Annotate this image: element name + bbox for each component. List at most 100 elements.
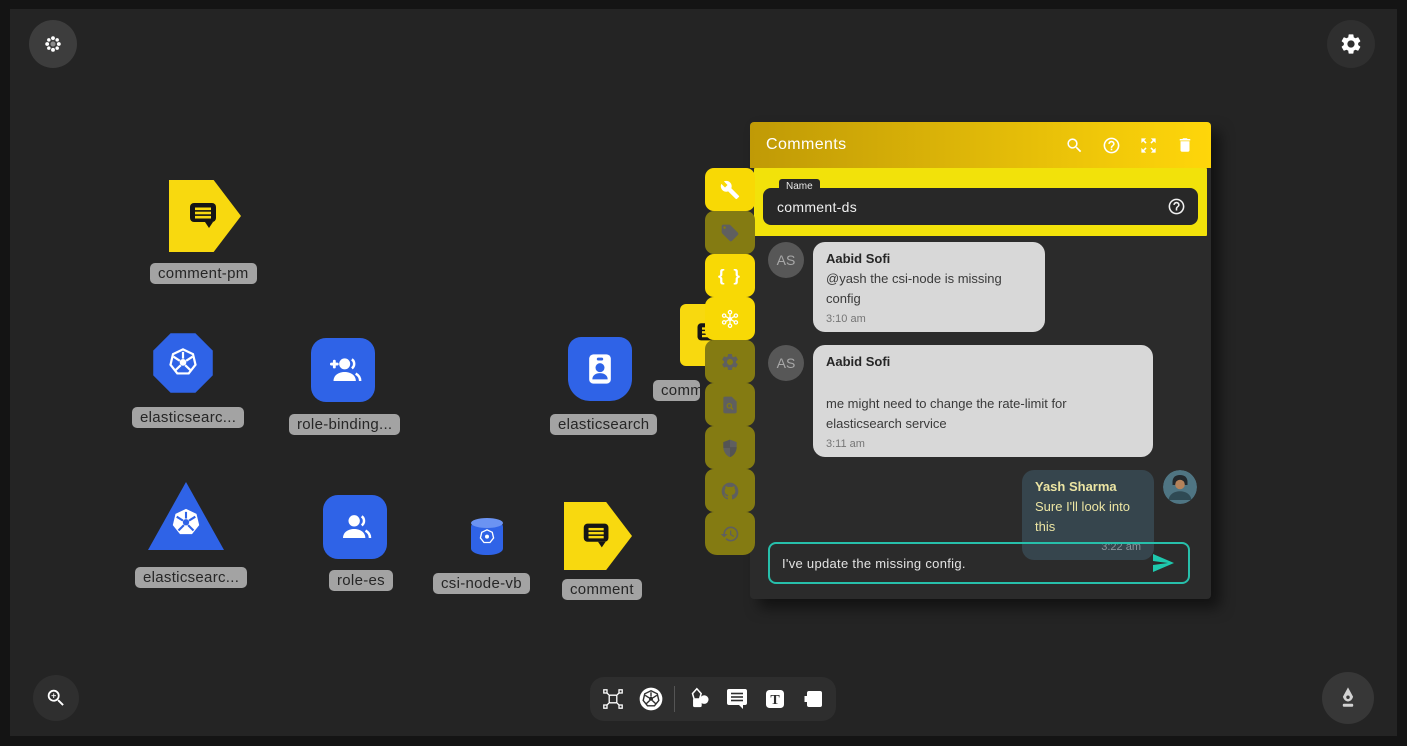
message-text: @yash the csi-node is missing config [826, 269, 1032, 308]
gear-icon [1339, 32, 1363, 56]
toolbar-divider [674, 686, 675, 712]
github-button[interactable] [705, 469, 755, 512]
canvas-tools-toolbar: T [590, 677, 836, 721]
configure-button[interactable] [705, 168, 755, 211]
gear-icon [720, 352, 740, 372]
comment-composer[interactable] [768, 542, 1190, 584]
node-label: elasticsearc... [135, 567, 247, 588]
zoom-in-icon [45, 687, 67, 709]
role-binding-icon [323, 350, 363, 390]
app-window: comment-pm elasticsearc... [0, 0, 1407, 746]
validate-button[interactable] [705, 383, 755, 426]
message-list: AS Aabid Sofi @yash the csi-node is miss… [750, 236, 1211, 560]
node-label: elasticsearc... [132, 407, 244, 428]
avatar: AS [768, 345, 804, 381]
message-bubble: Aabid Sofi me might need to change the r… [813, 345, 1153, 457]
node-role-binding[interactable] [311, 338, 375, 402]
node-label: comment-pm [150, 263, 257, 284]
send-button[interactable] [1150, 550, 1176, 576]
node-comment-pm[interactable] [169, 180, 241, 252]
panel-title: Comments [766, 136, 1047, 154]
message-text: me might need to change the rate-limit f… [826, 394, 1140, 433]
name-input[interactable] [777, 188, 1082, 225]
node-elasticsearch[interactable] [568, 337, 632, 401]
settings-button[interactable] [1327, 20, 1375, 68]
node-csi-node-vb[interactable] [471, 519, 503, 555]
kubernetes-tool-button[interactable] [636, 684, 666, 714]
name-field[interactable]: Name [763, 188, 1198, 225]
tag-button[interactable] [705, 211, 755, 254]
comment-tool-icon [725, 687, 749, 711]
comment-bubble-icon [579, 517, 617, 555]
role-icon [335, 507, 375, 547]
message-author: Aabid Sofi [826, 251, 1032, 266]
note-tool-icon [801, 687, 825, 711]
json-button[interactable]: { } [705, 254, 755, 297]
pen-tool-button[interactable] [1322, 672, 1374, 724]
text-tool-glyph: T [770, 693, 780, 708]
node-label: role-binding... [289, 414, 400, 435]
pen-nib-icon [1335, 685, 1361, 711]
history-button[interactable] [705, 512, 755, 555]
shapes-tool-button[interactable] [684, 684, 714, 714]
graph-tool-button[interactable] [598, 684, 628, 714]
kubernetes-circle-icon [638, 686, 664, 712]
service-account-badge-icon [580, 349, 620, 389]
tag-icon [720, 223, 740, 243]
node-label: elasticsearch [550, 414, 657, 435]
node-role-es[interactable] [323, 495, 387, 559]
avatar: AS [768, 242, 804, 278]
comment-tool-button[interactable] [722, 684, 752, 714]
message: AS Aabid Sofi me might need to change th… [768, 345, 1197, 457]
message-text: Sure I'll look into this [1035, 497, 1141, 536]
kubernetes-wheel-icon [477, 527, 497, 547]
history-icon [720, 524, 740, 544]
flower-menu-button[interactable] [29, 20, 77, 68]
avatar-photo [1163, 470, 1197, 504]
node-elasticsearch-k8s-2[interactable] [148, 482, 224, 550]
fullscreen-icon[interactable] [1138, 135, 1158, 155]
node-label: comm [653, 380, 700, 401]
message-time: 3:11 am [826, 438, 1140, 450]
node-comment[interactable] [564, 502, 632, 570]
message: AS Aabid Sofi @yash the csi-node is miss… [768, 242, 1197, 332]
delete-icon[interactable] [1175, 135, 1195, 155]
search-icon[interactable] [1064, 135, 1084, 155]
design-canvas[interactable]: comment-pm elasticsearc... [10, 9, 1397, 736]
braces-icon: { } [718, 266, 742, 286]
shapes-icon [686, 686, 712, 712]
wrench-icon [720, 180, 740, 200]
help-icon[interactable] [1167, 197, 1186, 221]
message-author: Aabid Sofi [826, 354, 1140, 369]
comment-input[interactable] [782, 556, 1150, 571]
spacer [826, 372, 1140, 394]
settings-button-toolbar[interactable] [705, 340, 755, 383]
kubernetes-wheel-icon [164, 344, 202, 382]
message-time: 3:10 am [826, 313, 1032, 325]
flower-icon [43, 34, 63, 54]
comments-panel: Comments Name [750, 122, 1211, 599]
help-icon[interactable] [1101, 135, 1121, 155]
kubernetes-button[interactable] [705, 297, 755, 340]
zoom-button[interactable] [33, 675, 79, 721]
shield-icon [720, 438, 740, 458]
github-icon [720, 481, 740, 501]
security-button[interactable] [705, 426, 755, 469]
text-tool-icon: T [763, 687, 787, 711]
doc-search-icon [720, 395, 740, 415]
kubernetes-wheel-icon [168, 505, 204, 541]
note-tool-button[interactable] [798, 684, 828, 714]
name-field-section: Name [754, 168, 1207, 236]
text-tool-button[interactable]: T [760, 684, 790, 714]
graph-icon [601, 687, 625, 711]
message-author: Yash Sharma [1035, 479, 1141, 494]
node-elasticsearch-k8s[interactable] [152, 332, 214, 394]
comments-panel-header[interactable]: Comments [750, 122, 1211, 168]
comment-bubble-icon [185, 196, 225, 236]
send-icon [1151, 551, 1175, 575]
node-label: csi-node-vb [433, 573, 530, 594]
node-label: comment [562, 579, 642, 600]
node-action-toolbar: { } [705, 168, 755, 555]
message-bubble: Aabid Sofi @yash the csi-node is missing… [813, 242, 1045, 332]
node-label: role-es [329, 570, 393, 591]
